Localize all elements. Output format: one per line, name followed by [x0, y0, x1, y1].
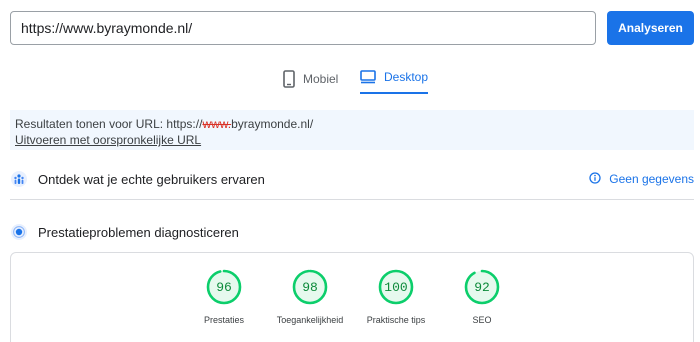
tab-mobile-label: Mobiel: [303, 72, 339, 86]
no-data-indicator[interactable]: Geen gegevens: [589, 166, 694, 192]
run-original-url-link[interactable]: Uitvoeren met oorspronkelijke URL: [15, 133, 201, 147]
crux-users-icon: [10, 170, 28, 188]
diagnostics-section-header: Prestatieproblemen diagnosticeren: [10, 219, 694, 245]
scores-card: 96 Prestaties 98 Toegankelijkheid 100 Pr…: [10, 252, 694, 342]
gauge-ring: 98: [292, 269, 328, 305]
tab-desktop[interactable]: Desktop: [360, 64, 429, 94]
diagnostics-title: Prestatieproblemen diagnosticeren: [38, 224, 239, 240]
notice-suffix: byraymonde.nl/: [231, 117, 314, 131]
lighthouse-lab-icon: [10, 223, 28, 241]
url-input[interactable]: [10, 11, 596, 45]
tab-desktop-label: Desktop: [384, 70, 429, 84]
crux-title: Ontdek wat je echte gebruikers ervaren: [38, 171, 265, 187]
score-gauge-best-practices[interactable]: 100 Praktische tips: [356, 269, 436, 325]
tab-mobile[interactable]: Mobiel: [283, 64, 338, 94]
score-gauge-performance[interactable]: 96 Prestaties: [184, 269, 264, 325]
desktop-monitor-icon: [360, 70, 376, 84]
url-bar: Analyseren: [10, 11, 694, 45]
score-value: 100: [384, 279, 408, 295]
url-redirect-notice: Resultaten tonen voor URL: https://www.b…: [10, 110, 694, 150]
score-value: 96: [216, 279, 232, 295]
score-label: SEO: [472, 315, 492, 325]
gauge-ring: 100: [378, 269, 414, 305]
score-label: Praktische tips: [366, 315, 426, 325]
score-label: Prestaties: [203, 315, 245, 325]
score-value: 92: [474, 279, 490, 295]
notice-text: Resultaten tonen voor URL: https://www.b…: [15, 116, 689, 132]
analyze-button[interactable]: Analyseren: [607, 11, 694, 45]
notice-prefix: Resultaten tonen voor URL: https://: [15, 117, 203, 131]
info-icon: [589, 171, 601, 187]
score-label: Toegankelijkheid: [276, 315, 344, 325]
crux-section-header: Ontdek wat je echte gebruikers ervaren G…: [10, 166, 694, 192]
device-tabs: Mobiel Desktop: [0, 64, 700, 94]
section-divider: [10, 199, 694, 200]
notice-struck-www: www.: [202, 117, 232, 131]
gauge-ring: 96: [206, 269, 242, 305]
gauge-ring: 92: [464, 269, 500, 305]
no-data-label: Geen gegevens: [609, 172, 694, 186]
score-gauge-seo[interactable]: 92 SEO: [442, 269, 522, 325]
score-gauge-accessibility[interactable]: 98 Toegankelijkheid: [270, 269, 350, 325]
score-value: 98: [302, 279, 318, 295]
mobile-phone-icon: [283, 70, 295, 88]
